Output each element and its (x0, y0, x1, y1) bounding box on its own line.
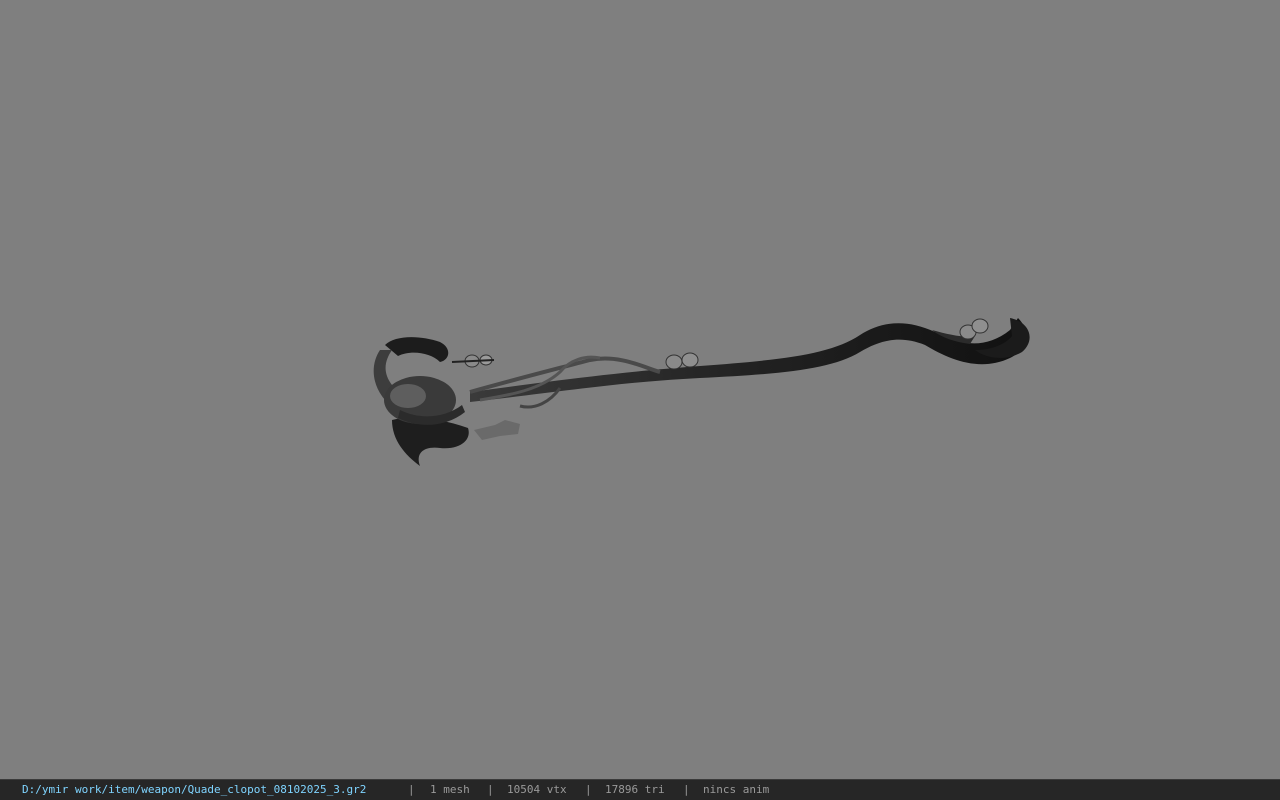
dangling-charm (474, 420, 520, 440)
animation-status: nincs anim (703, 783, 770, 796)
3d-viewport[interactable] (0, 0, 1280, 779)
bead (971, 318, 989, 334)
separator: | (487, 783, 494, 796)
staff-model (373, 318, 1030, 466)
triangle-count: 17896 tri (605, 783, 665, 796)
horn-top (385, 337, 449, 362)
mesh-count: 1 mesh (430, 783, 470, 796)
separator: | (683, 783, 690, 796)
separator: | (585, 783, 592, 796)
horn-bottom (392, 417, 469, 466)
file-path: D:/ymir work/item/weapon/Quade_clopot_08… (22, 783, 367, 796)
vertex-count: 10504 vtx (507, 783, 567, 796)
skull-highlight (390, 384, 426, 408)
bead (681, 352, 699, 368)
status-bar: D:/ymir work/item/weapon/Quade_clopot_08… (0, 779, 1280, 800)
bead (665, 354, 683, 370)
separator: | (408, 783, 415, 796)
staff-shaft (470, 318, 1027, 402)
